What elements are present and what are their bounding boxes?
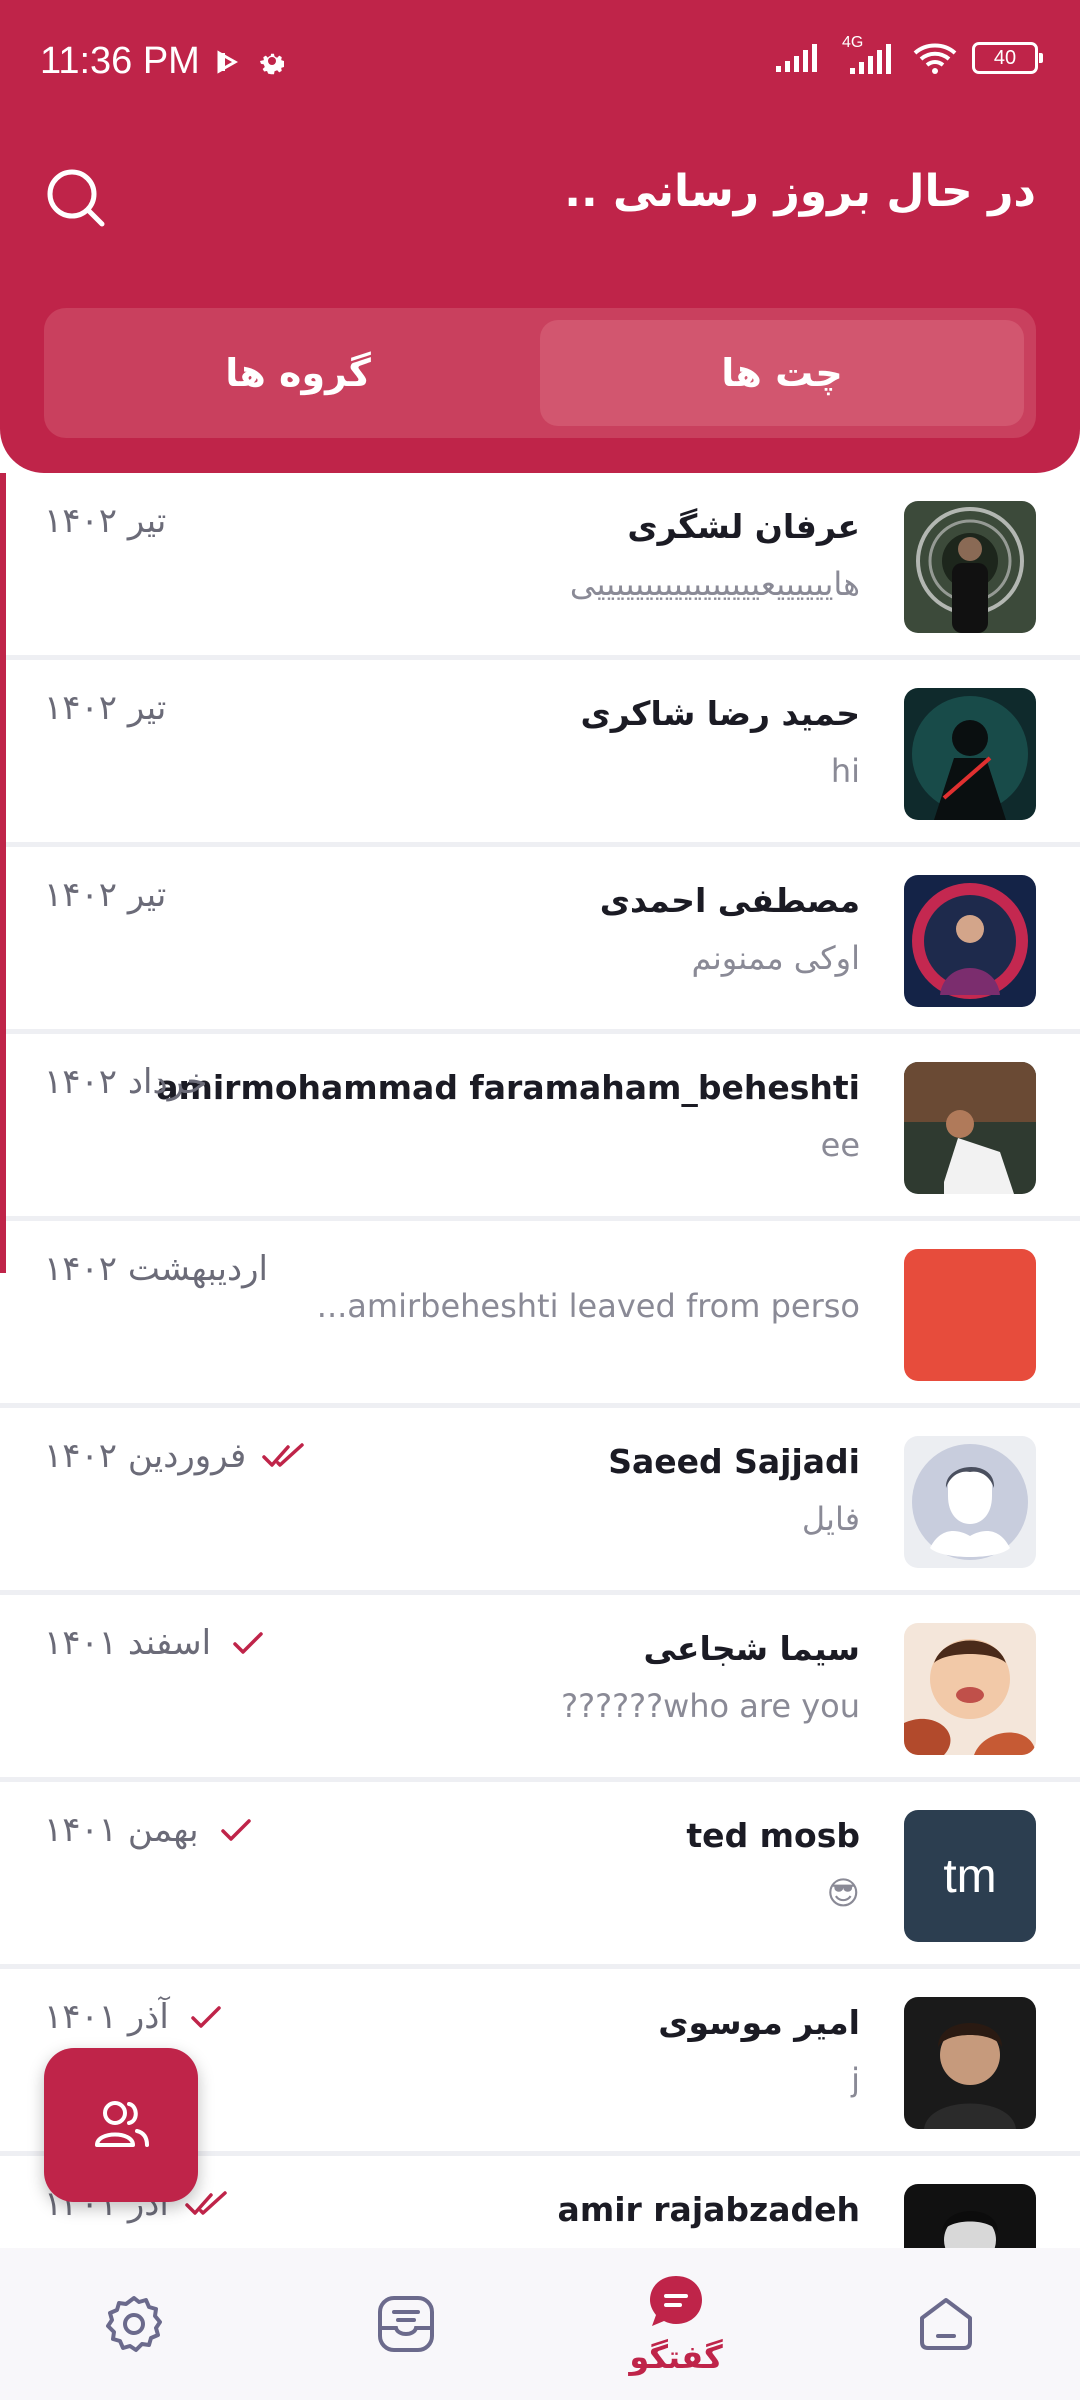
status-bar: 11:36 PM 4G 40	[0, 0, 1080, 130]
chat-name: amir rajabzadeh	[557, 2190, 860, 2229]
chat-last-message: ee	[820, 1126, 860, 1164]
page-title: در حال بروز رسانی ..	[564, 166, 1036, 217]
chat-row[interactable]: مصطفی احمدی اوکی ممنونم تیر ۱۴۰۲	[0, 847, 1080, 1034]
chat-meta: آذر ۱۴۰۱	[44, 1997, 229, 2037]
chat-meta: تیر ۱۴۰۲	[44, 688, 166, 728]
chat-date: تیر ۱۴۰۲	[44, 688, 167, 728]
nav-stories[interactable]	[306, 2248, 506, 2400]
chat-name: ted mosb	[686, 1816, 860, 1855]
chat-last-message: فایل	[801, 1500, 860, 1538]
battery-indicator: 40	[972, 42, 1043, 74]
chat-last-message: ??????who are you	[561, 1687, 860, 1725]
feed-icon	[378, 2296, 434, 2352]
signal-4g-icon: 4G	[836, 34, 898, 76]
avatar	[904, 1062, 1036, 1194]
chat-meta: فروردین ۱۴۰۲	[44, 1436, 306, 1476]
chat-last-message: هاییییییعیییییییییییییییییی	[569, 565, 860, 603]
gear-icon	[260, 53, 284, 75]
chat-meta: تیر ۱۴۰۲	[44, 875, 166, 915]
chat-last-message: 😎	[826, 1874, 860, 1912]
home-icon	[920, 2298, 972, 2350]
chat-date: فروردین ۱۴۰۲	[44, 1436, 247, 1476]
chat-date: تیر ۱۴۰۲	[44, 875, 167, 915]
avatar	[904, 688, 1036, 820]
avatar	[904, 1997, 1036, 2129]
chat-row[interactable]: ...amirbeheshti leaved from perso اردیبه…	[0, 1221, 1080, 1408]
chat-name: سیما شجاعی	[643, 1629, 860, 1668]
chat-bubble-icon	[650, 2276, 702, 2326]
check-icon	[233, 1632, 263, 1654]
chat-date: اردیبهشت ۱۴۰۲	[44, 1249, 268, 1289]
status-icons: 4G 40	[774, 34, 1043, 76]
double-check-icon	[262, 1443, 304, 1467]
chat-row[interactable]: amirmohammad faramaham_beheshti ee خرداد…	[0, 1034, 1080, 1221]
nav-home[interactable]	[846, 2248, 1046, 2400]
avatar	[904, 501, 1036, 633]
chat-name: حمید رضا شاکری	[580, 694, 860, 733]
chat-meta: بهمن ۱۴۰۱	[44, 1810, 259, 1850]
nav-conversations[interactable]: گفتگو	[576, 2248, 776, 2400]
chat-date: خرداد ۱۴۰۲	[44, 1062, 208, 1102]
chat-date: آذر ۱۴۰۱	[44, 1997, 169, 2037]
nav-settings[interactable]	[34, 2248, 234, 2400]
chat-name: amirmohammad faramaham_beheshti	[156, 1068, 860, 1107]
double-check-icon	[185, 2191, 227, 2215]
settings-gear-icon	[106, 2296, 162, 2352]
new-chat-fab[interactable]	[44, 2048, 198, 2202]
wifi-icon	[913, 43, 957, 74]
chat-row[interactable]: عرفان لشگری هاییییییعیییییییییییییییییی …	[0, 473, 1080, 660]
chat-meta: اردیبهشت ۱۴۰۲	[44, 1249, 268, 1289]
chat-date: بهمن ۱۴۰۱	[44, 1810, 199, 1850]
chat-row[interactable]: tm ted mosb 😎 بهمن ۱۴۰۱	[0, 1782, 1080, 1969]
chat-name: عرفان لشگری	[627, 507, 860, 546]
avatar	[904, 1623, 1036, 1755]
chat-last-message: اوکی ممنونم	[691, 939, 860, 977]
chat-name: امیر موسوی	[658, 2003, 860, 2042]
chat-meta: تیر ۱۴۰۲	[44, 501, 166, 541]
scrollbar[interactable]	[0, 473, 6, 1273]
chat-last-message: ...amirbeheshti leaved from perso	[316, 1287, 860, 1325]
chat-name: مصطفی احمدی	[599, 881, 860, 920]
chat-date: تیر ۱۴۰۲	[44, 501, 167, 541]
nav-conversations-label: گفتگو	[629, 2338, 723, 2376]
chat-date: اسفند ۱۴۰۱	[44, 1623, 212, 1663]
chat-last-message: hi	[830, 752, 860, 790]
chat-meta: خرداد ۱۴۰۲	[44, 1062, 207, 1102]
play-icon	[217, 50, 238, 74]
avatar	[904, 1249, 1036, 1381]
chat-row[interactable]: سیما شجاعی ??????who are you اسفند ۱۴۰۱	[0, 1595, 1080, 1782]
chat-last-message: j	[851, 2061, 860, 2099]
chat-row[interactable]: حمید رضا شاکری hi تیر ۱۴۰۲	[0, 660, 1080, 847]
avatar: tm	[904, 1810, 1036, 1942]
chat-list: عرفان لشگری هاییییییعیییییییییییییییییی …	[0, 473, 1080, 2248]
avatar	[904, 875, 1036, 1007]
avatar	[904, 1436, 1036, 1568]
signal-icon	[776, 44, 817, 72]
check-icon	[191, 2006, 221, 2028]
avatar-initials: tm	[943, 1849, 997, 1903]
chat-row[interactable]: Saeed Sajjadi فایل فروردین ۱۴۰۲	[0, 1408, 1080, 1595]
bottom-navigation: گفتگو	[0, 2248, 1080, 2400]
check-icon	[220, 1819, 251, 1841]
chat-name: Saeed Sajjadi	[608, 1442, 860, 1481]
search-icon[interactable]	[44, 166, 108, 230]
app-header: 11:36 PM 4G 40 در حال بروز رسانی .. چت ه…	[0, 0, 1080, 473]
status-time: 11:36 PM	[40, 40, 200, 82]
tab-chats[interactable]: چت ها	[540, 320, 1024, 426]
tab-switcher: چت ها گروه ها	[44, 308, 1036, 438]
tab-groups[interactable]: گروه ها	[56, 320, 540, 426]
chat-meta: اسفند ۱۴۰۱	[44, 1623, 271, 1663]
avatar	[904, 2184, 1036, 2248]
users-icon	[95, 2101, 149, 2147]
